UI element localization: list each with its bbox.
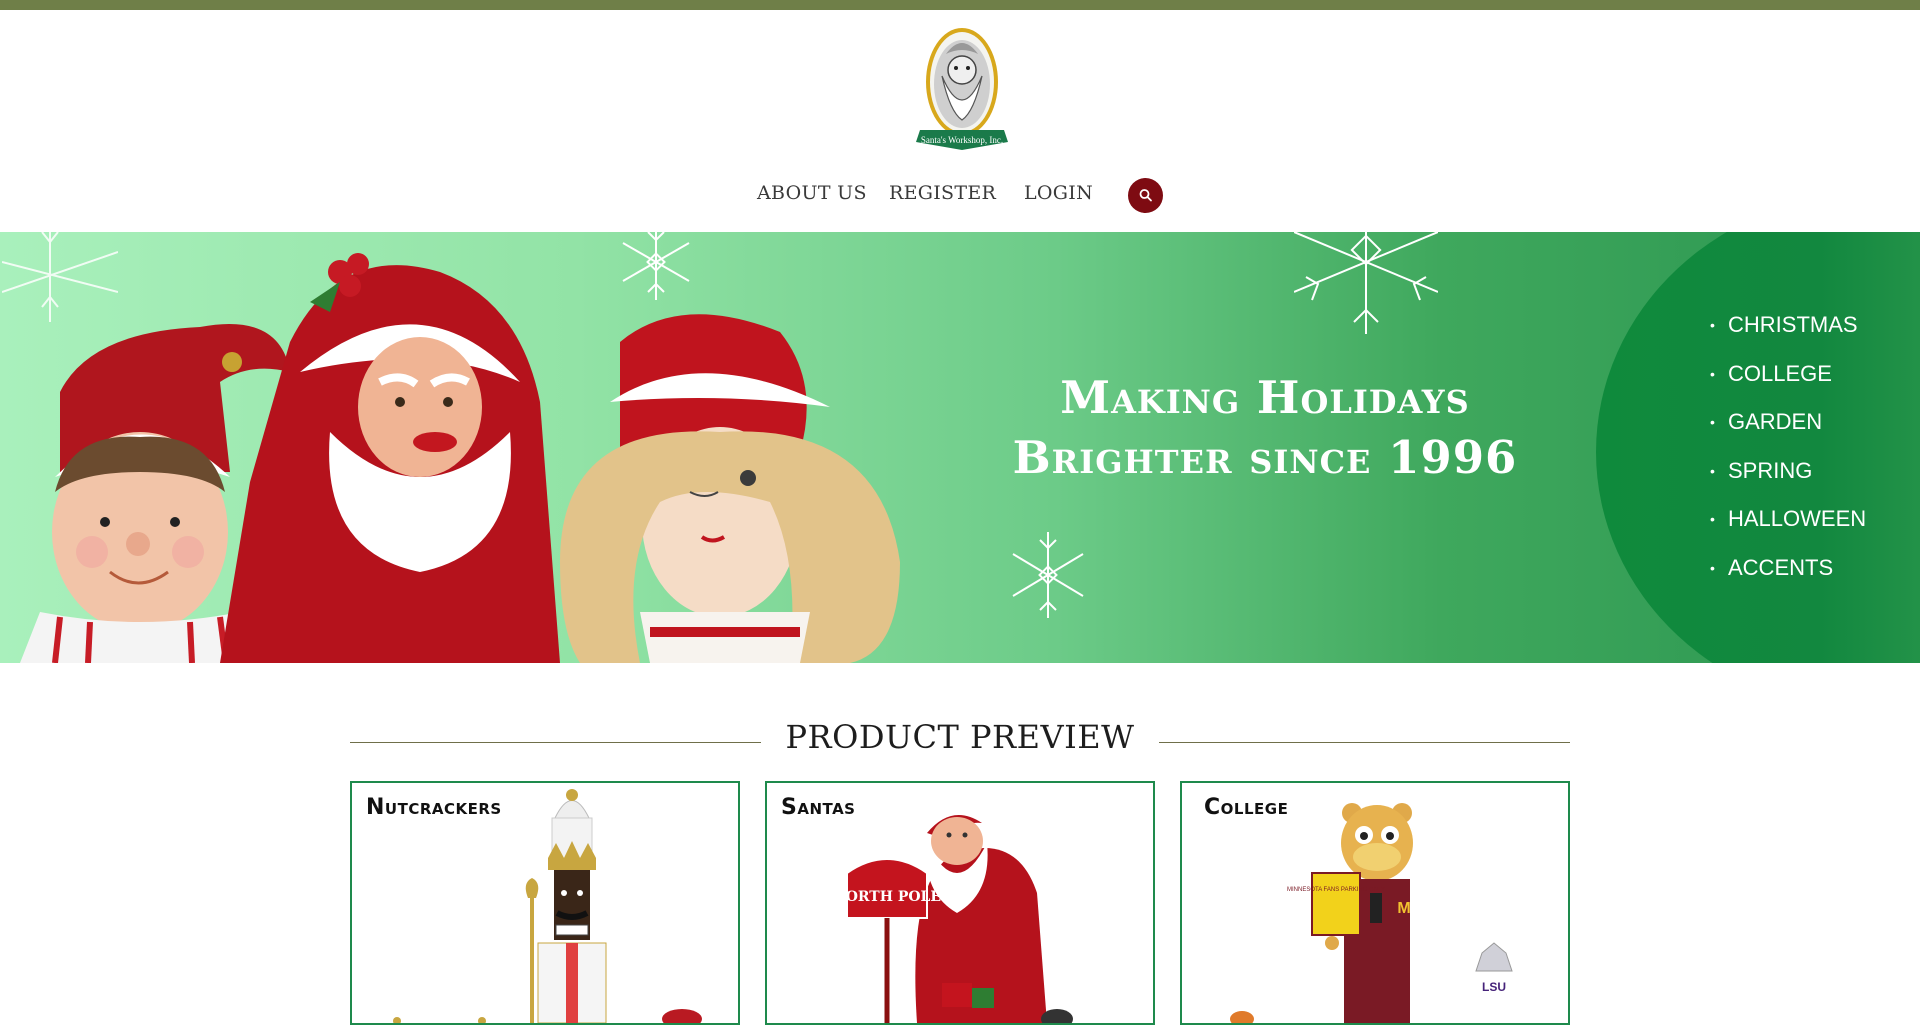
search-button[interactable] (1128, 178, 1163, 213)
card-title: College (1204, 795, 1289, 820)
category-label: GARDEN (1728, 409, 1823, 434)
holiday-figures-image (20, 253, 900, 663)
section-title: PRODUCT PREVIEW (785, 718, 1135, 756)
main-nav: ABOUT US REGISTER LOGIN (0, 176, 1920, 216)
svg-text:LSU: LSU (1482, 980, 1506, 994)
snowflake-icon (1012, 532, 1084, 618)
nav-register[interactable]: REGISTER (889, 182, 996, 204)
category-christmas[interactable]: • CHRISTMAS (1710, 310, 1866, 359)
bullet-icon: • (1710, 511, 1715, 527)
bullet-icon: • (1710, 414, 1715, 430)
card-title: Santas (781, 795, 856, 820)
svg-text:Santa's Workshop, Inc.: Santa's Workshop, Inc. (921, 135, 1003, 145)
category-halloween[interactable]: • HALLOWEEN (1710, 504, 1866, 553)
card-title: Nutcrackers (366, 795, 502, 820)
category-college[interactable]: • COLLEGE (1710, 359, 1866, 408)
category-label: ACCENTS (1728, 554, 1834, 580)
nav-login[interactable]: LOGIN (1024, 182, 1093, 204)
svg-text:M: M (1397, 900, 1410, 917)
bullet-icon: • (1710, 317, 1715, 333)
category-label: HALLOWEEN (1728, 506, 1867, 531)
santas-workshop-logo[interactable]: Santa's Workshop, Inc. (912, 24, 1012, 158)
tagline-line-2: Brighter since 1996 (1012, 431, 1518, 484)
product-card-santas[interactable]: NORTH POLE Santas (765, 781, 1155, 1025)
bullet-icon: • (1710, 462, 1715, 479)
hero-tagline: Making Holidays Brighter since 1996 (960, 368, 1570, 488)
product-card-nutcrackers[interactable]: Nutcrackers (350, 781, 740, 1025)
tagline-line-1: Making Holidays (1060, 371, 1470, 424)
svg-text:MINNESOTA FANS PARKING ONLY: MINNESOTA FANS PARKING ONLY (1287, 887, 1385, 893)
nav-about-us[interactable]: ABOUT US (757, 182, 867, 204)
category-list: • CHRISTMAS • COLLEGE • GARDEN • SPRING • HAL… (1710, 310, 1866, 601)
category-label: SPRING (1728, 457, 1813, 483)
divider-right (1159, 742, 1570, 743)
svg-text:NORTH POLE: NORTH POLE (833, 889, 941, 905)
product-card-college[interactable]: M MINNESOTA FANS PARKING ONLY LSU Colleg… (1180, 781, 1570, 1025)
search-icon (1139, 189, 1152, 202)
bullet-icon: • (1710, 365, 1715, 382)
bullet-icon: • (1710, 559, 1715, 576)
snowflake-icon (1294, 232, 1438, 334)
category-accents[interactable]: • ACCENTS (1710, 553, 1866, 602)
category-spring[interactable]: • SPRING (1710, 456, 1866, 505)
category-label: COLLEGE (1728, 360, 1832, 386)
category-garden[interactable]: • GARDEN (1710, 407, 1866, 456)
top-accent-bar (0, 0, 1920, 10)
category-label: CHRISTMAS (1728, 312, 1858, 337)
hero-banner: Making Holidays Brighter since 1996 • CHR… (0, 232, 1920, 663)
